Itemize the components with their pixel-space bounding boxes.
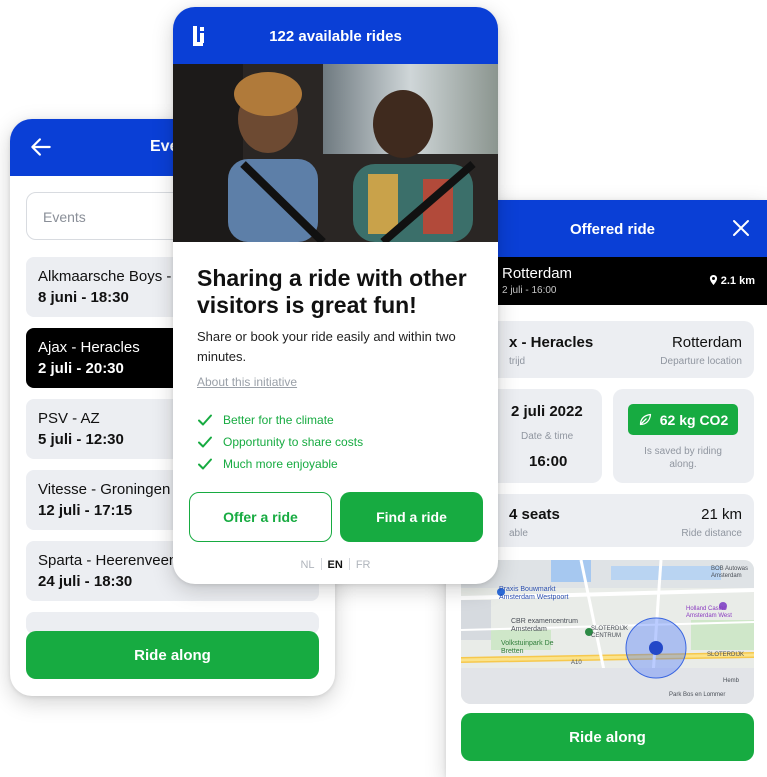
map-label: BOB Autowas Amsterdam xyxy=(711,566,749,579)
map-label: Volkstuinpark De Bretten xyxy=(501,640,554,655)
carpool-photo-illustration xyxy=(173,64,498,242)
co2-badge: 62 kg CO2 xyxy=(628,404,738,435)
distance-badge: 2.1 km xyxy=(709,275,755,287)
subtext: Share or book your ride easily and withi… xyxy=(197,329,456,364)
map-label: SLOTERDIJK CENTRUM xyxy=(591,626,629,639)
match-name: x - Heracles xyxy=(509,334,594,351)
location-pin-icon xyxy=(709,275,717,285)
language-divider xyxy=(320,558,322,570)
about-initiative-link[interactable]: About this initiative xyxy=(197,375,297,389)
map-label: Park Bos en Lommer xyxy=(669,692,726,698)
ride-along-button[interactable]: Ride along xyxy=(461,713,754,761)
map-label: Holland Casino Amsterdam West xyxy=(686,606,732,619)
language-nl[interactable]: NL xyxy=(300,559,314,571)
date-label: Date & time xyxy=(521,431,574,442)
feature-label: Better for the climate xyxy=(223,413,334,427)
leaf-icon xyxy=(639,413,651,426)
co2-tile: 62 kg CO2 Is saved by riding along. xyxy=(613,389,754,483)
map-label: Praxis Bouwmarkt Amsterdam Westpoort xyxy=(499,586,569,601)
headline: Sharing a ride with other visitors is gr… xyxy=(197,265,467,318)
destination-date: 2 juli - 16:00 xyxy=(502,285,557,296)
distance-badge-value: 2.1 km xyxy=(720,275,755,287)
feature-item: Better for the climate xyxy=(197,412,334,428)
language-divider xyxy=(348,558,350,570)
language-en-active[interactable]: EN xyxy=(328,559,343,571)
ride-time: 16:00 xyxy=(529,453,568,470)
offered-ride-title: Offered ride xyxy=(570,221,656,238)
match-tile: x - Heracles trijd Rotterdam Departure l… xyxy=(461,321,754,378)
map-label: CBR examencentrum Amsterdam xyxy=(511,618,578,633)
language-fr[interactable]: FR xyxy=(356,559,371,571)
seats-sub: able xyxy=(509,528,528,539)
checkmark-icon xyxy=(198,458,212,470)
feature-item: Opportunity to share costs xyxy=(197,434,363,450)
ride-distance-label: Ride distance xyxy=(681,528,742,539)
co2-value: 62 kg CO2 xyxy=(659,411,729,428)
destination-city: Rotterdam xyxy=(502,265,573,282)
available-rides-title: 122 available rides xyxy=(269,28,402,45)
ride-date: 2 juli 2022 xyxy=(511,403,583,420)
feature-item: Much more enjoyable xyxy=(197,456,338,472)
ride-distance: 21 km xyxy=(701,506,742,523)
seats-tile: 4 seats able 21 km Ride distance xyxy=(461,494,754,547)
map-label: Hemb xyxy=(723,678,740,684)
checkmark-icon xyxy=(198,436,212,448)
intro-screen: 122 available rides Sharing a ride with … xyxy=(173,7,498,584)
feature-label: Much more enjoyable xyxy=(223,457,338,471)
language-switcher: NL EN FR xyxy=(173,558,498,571)
find-ride-button[interactable]: Find a ride xyxy=(340,492,483,542)
route-map[interactable]: Praxis Bouwmarkt Amsterdam Westpoort CBR… xyxy=(461,560,754,704)
co2-label: Is saved by riding along. xyxy=(644,446,722,470)
back-arrow-icon[interactable] xyxy=(28,134,54,160)
seats-value: 4 seats xyxy=(509,506,560,523)
feature-label: Opportunity to share costs xyxy=(223,435,364,449)
checkmark-icon xyxy=(198,414,212,426)
match-sub: trijd xyxy=(509,356,526,367)
close-icon[interactable] xyxy=(729,216,753,240)
departure-city: Rotterdam xyxy=(671,334,742,351)
offer-ride-button[interactable]: Offer a ride xyxy=(189,492,332,542)
map-label: SLOTERDIJK xyxy=(707,652,745,658)
intro-header: 122 available rides xyxy=(173,7,498,64)
map-label: A10 xyxy=(571,660,582,666)
hero-photo xyxy=(173,64,498,242)
departure-label: Departure location xyxy=(660,356,742,367)
ride-along-button[interactable]: Ride along xyxy=(26,631,319,679)
